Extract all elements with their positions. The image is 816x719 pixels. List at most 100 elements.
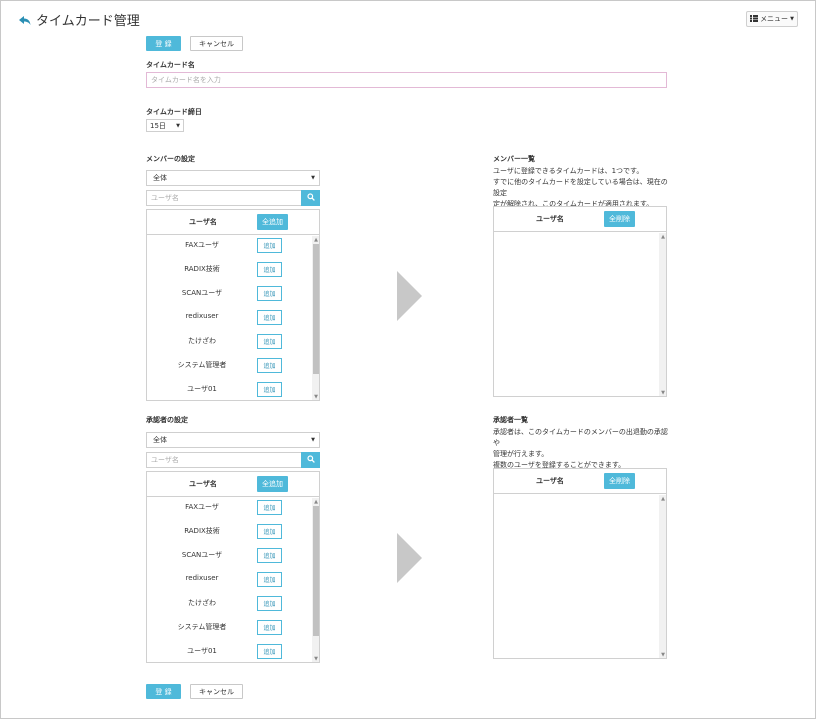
closing-day-select[interactable]: 15日 ▼: [146, 119, 184, 132]
approvers-add-button[interactable]: 追加: [257, 596, 282, 611]
closing-day-label: タイムカード締日: [146, 108, 202, 116]
search-icon: [306, 193, 315, 203]
members-row-name: redixuser: [185, 312, 219, 320]
members-row-name: ユーザ01: [187, 385, 217, 393]
approvers-remove-all-button[interactable]: 全削除: [604, 473, 635, 489]
members-row-name: システム管理者: [177, 361, 227, 369]
approvers-selected-scrollbar[interactable]: ▲ ▼: [659, 495, 666, 658]
cancel-button-top[interactable]: キャンセル: [190, 36, 243, 51]
caret-down-icon: ▼: [311, 175, 315, 181]
approvers-selected-col-user: ユーザ名: [536, 477, 564, 485]
members-list-header: ユーザ名 全追加: [147, 210, 319, 235]
approvers-user-list: ユーザ名 全追加 FAXユーザ 追加 RADIX技術 追加 SCANユーザ 追加…: [146, 471, 320, 663]
caret-down-icon: ▼: [790, 16, 794, 22]
approvers-row-name: RADIX技術: [184, 527, 220, 535]
members-add-button[interactable]: 追加: [257, 262, 282, 277]
approvers-selected-header: ユーザ名 全削除: [494, 469, 666, 494]
members-user-list: ユーザ名 全追加 FAXユーザ 追加 RADIX技術 追加 SCANユーザ 追加…: [146, 209, 320, 401]
scroll-thumb[interactable]: [313, 506, 319, 636]
approvers-add-button[interactable]: 追加: [257, 500, 282, 515]
approvers-add-button[interactable]: 追加: [257, 644, 282, 659]
approvers-filter-select[interactable]: 全体 ▼: [146, 432, 320, 448]
scroll-down-icon[interactable]: ▼: [313, 656, 319, 662]
approvers-list-scrollbar[interactable]: ▲ ▼: [312, 498, 319, 662]
desc-line: ユーザに登録できるタイムカードは、1つです。: [493, 167, 644, 175]
approvers-row-name: たけざわ: [188, 599, 216, 607]
approvers-search-input[interactable]: ユーザ名: [146, 452, 301, 468]
approvers-add-button[interactable]: 追加: [257, 572, 282, 587]
members-search-button[interactable]: [301, 190, 320, 206]
scroll-down-icon[interactable]: ▼: [313, 394, 319, 400]
timecard-name-label: タイムカード名: [146, 61, 195, 69]
members-row-name: SCANユーザ: [181, 289, 223, 297]
caret-down-icon: ▼: [176, 122, 180, 129]
menu-button[interactable]: メニュー ▼: [746, 11, 798, 27]
members-filter-select[interactable]: 全体 ▼: [146, 170, 320, 186]
scroll-up-icon[interactable]: ▲: [660, 496, 666, 502]
approvers-add-button[interactable]: 追加: [257, 620, 282, 635]
members-add-all-button[interactable]: 全追加: [257, 214, 288, 230]
approvers-list-title: 承認者一覧: [493, 416, 528, 424]
desc-line: 管理が行えます。: [493, 450, 549, 458]
approvers-add-button[interactable]: 追加: [257, 524, 282, 539]
page-frame: [0, 0, 816, 719]
cancel-button-bottom[interactable]: キャンセル: [190, 684, 243, 699]
approvers-row-name: SCANユーザ: [181, 551, 223, 559]
members-search-input[interactable]: ユーザ名: [146, 190, 301, 206]
page-title-text: タイムカード管理: [36, 14, 140, 29]
members-selected-scrollbar[interactable]: ▲ ▼: [659, 233, 666, 396]
caret-down-icon: ▼: [311, 437, 315, 443]
approvers-filter-value: 全体: [153, 436, 167, 444]
scroll-thumb[interactable]: [313, 244, 319, 374]
back-arrow-icon[interactable]: [18, 13, 32, 27]
members-list-scrollbar[interactable]: ▲ ▼: [312, 236, 319, 400]
approvers-add-button[interactable]: 追加: [257, 548, 282, 563]
move-right-arrow-icon: [397, 533, 422, 583]
members-selected-header: ユーザ名 全削除: [494, 207, 666, 232]
members-add-button[interactable]: 追加: [257, 286, 282, 301]
members-selected-col-user: ユーザ名: [536, 215, 564, 223]
members-add-button[interactable]: 追加: [257, 358, 282, 373]
members-selected-list: ユーザ名 全削除 ▲ ▼: [493, 206, 667, 397]
scroll-down-icon[interactable]: ▼: [660, 652, 666, 658]
search-icon: [306, 455, 315, 465]
register-button-bottom[interactable]: 登 録: [146, 684, 181, 699]
approvers-list-header: ユーザ名 全追加: [147, 472, 319, 497]
approvers-row-name: システム管理者: [177, 623, 227, 631]
approvers-row-name: FAXユーザ: [185, 503, 219, 511]
members-add-button[interactable]: 追加: [257, 310, 282, 325]
members-list-title: メンバー一覧: [493, 155, 535, 163]
members-remove-all-button[interactable]: 全削除: [604, 211, 635, 227]
members-add-button[interactable]: 追加: [257, 334, 282, 349]
members-row-name: たけざわ: [188, 337, 216, 345]
list-icon: [750, 14, 759, 24]
approvers-section-label: 承認者の設定: [146, 416, 188, 424]
members-row-name: RADIX技術: [184, 265, 220, 273]
scroll-up-icon[interactable]: ▲: [313, 499, 319, 505]
members-col-user: ユーザ名: [189, 218, 217, 226]
approvers-search-button[interactable]: [301, 452, 320, 468]
members-add-button[interactable]: 追加: [257, 382, 282, 397]
members-row-name: FAXユーザ: [185, 241, 219, 249]
approvers-selected-list: ユーザ名 全削除 ▲ ▼: [493, 468, 667, 659]
desc-line: 承認者は、このタイムカードのメンバーの出退勤の承認や: [493, 428, 668, 447]
members-section-label: メンバーの設定: [146, 155, 195, 163]
members-list-description: ユーザに登録できるタイムカードは、1つです。 すでに他のタイムカードを設定してい…: [493, 166, 673, 210]
members-filter-value: 全体: [153, 174, 167, 182]
timecard-name-input[interactable]: タイムカード名を入力: [146, 72, 667, 88]
menu-label: メニュー: [760, 15, 789, 23]
approvers-row-name: redixuser: [185, 574, 219, 582]
page-title: タイムカード管理: [18, 10, 140, 29]
move-right-arrow-icon: [397, 271, 422, 321]
approvers-col-user: ユーザ名: [189, 480, 217, 488]
desc-line: すでに他のタイムカードを設定している場合は、現在の設定: [493, 178, 668, 197]
register-button-top[interactable]: 登 録: [146, 36, 181, 51]
scroll-down-icon[interactable]: ▼: [660, 390, 666, 396]
approvers-list-description: 承認者は、このタイムカードのメンバーの出退勤の承認や 管理が行えます。 複数のユ…: [493, 427, 673, 471]
approvers-row-name: ユーザ01: [187, 647, 217, 655]
scroll-up-icon[interactable]: ▲: [660, 234, 666, 240]
scroll-up-icon[interactable]: ▲: [313, 237, 319, 243]
approvers-add-all-button[interactable]: 全追加: [257, 476, 288, 492]
members-add-button[interactable]: 追加: [257, 238, 282, 253]
closing-day-value: 15日: [150, 121, 166, 130]
